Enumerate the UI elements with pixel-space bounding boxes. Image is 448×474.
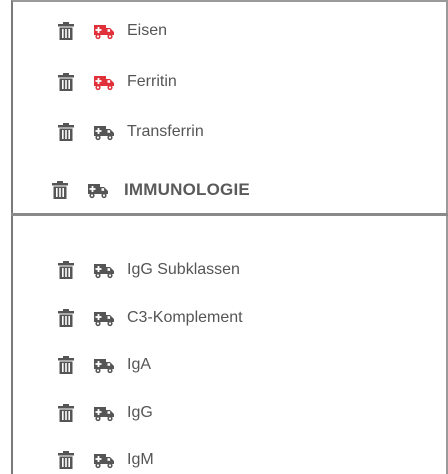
trash-icon[interactable] bbox=[57, 308, 75, 328]
list-item: Eisen bbox=[13, 17, 446, 45]
list-item: C3-Komplement bbox=[13, 304, 446, 332]
list-item-label: Eisen bbox=[127, 22, 168, 39]
list-item-label: IgM bbox=[127, 451, 154, 468]
trash-icon[interactable] bbox=[57, 403, 75, 423]
trash-icon[interactable] bbox=[57, 122, 75, 142]
list-item: IgG Subklassen bbox=[13, 256, 446, 284]
truck-icon[interactable] bbox=[93, 73, 115, 91]
trash-icon[interactable] bbox=[57, 72, 75, 92]
truck-icon[interactable] bbox=[93, 22, 115, 40]
trash-icon[interactable] bbox=[51, 180, 69, 200]
trash-icon[interactable] bbox=[57, 21, 75, 41]
list-item-label: Transferrin bbox=[127, 123, 204, 140]
list-item: IgM bbox=[13, 446, 446, 474]
trash-icon[interactable] bbox=[57, 355, 75, 375]
list-item-label: Ferritin bbox=[127, 73, 177, 90]
section-header-label: IMMUNOLOGIE bbox=[124, 180, 250, 199]
list-item: IgA bbox=[13, 351, 446, 379]
truck-icon[interactable] bbox=[93, 123, 115, 141]
truck-icon[interactable] bbox=[93, 404, 115, 422]
lab-test-list-panel: Eisen Ferritin Transferrin IMMUNOLOGIE IgG S… bbox=[11, 0, 448, 474]
list-item-label: IgG bbox=[127, 404, 153, 421]
list-item: Transferrin bbox=[13, 118, 446, 146]
truck-icon[interactable] bbox=[93, 261, 115, 279]
truck-icon[interactable] bbox=[93, 309, 115, 327]
list-item: Ferritin bbox=[13, 68, 446, 96]
truck-icon[interactable] bbox=[93, 451, 115, 469]
trash-icon[interactable] bbox=[57, 260, 75, 280]
trash-icon[interactable] bbox=[57, 450, 75, 470]
section-header-row: IMMUNOLOGIE bbox=[13, 176, 446, 204]
truck-icon[interactable] bbox=[87, 181, 109, 199]
list-item-label: IgA bbox=[127, 356, 152, 373]
list-item-label: C3-Komplement bbox=[127, 309, 243, 326]
truck-icon[interactable] bbox=[93, 356, 115, 374]
section-divider bbox=[11, 213, 448, 216]
list-item: IgG bbox=[13, 399, 446, 427]
list-item-label: IgG Subklassen bbox=[127, 261, 240, 278]
